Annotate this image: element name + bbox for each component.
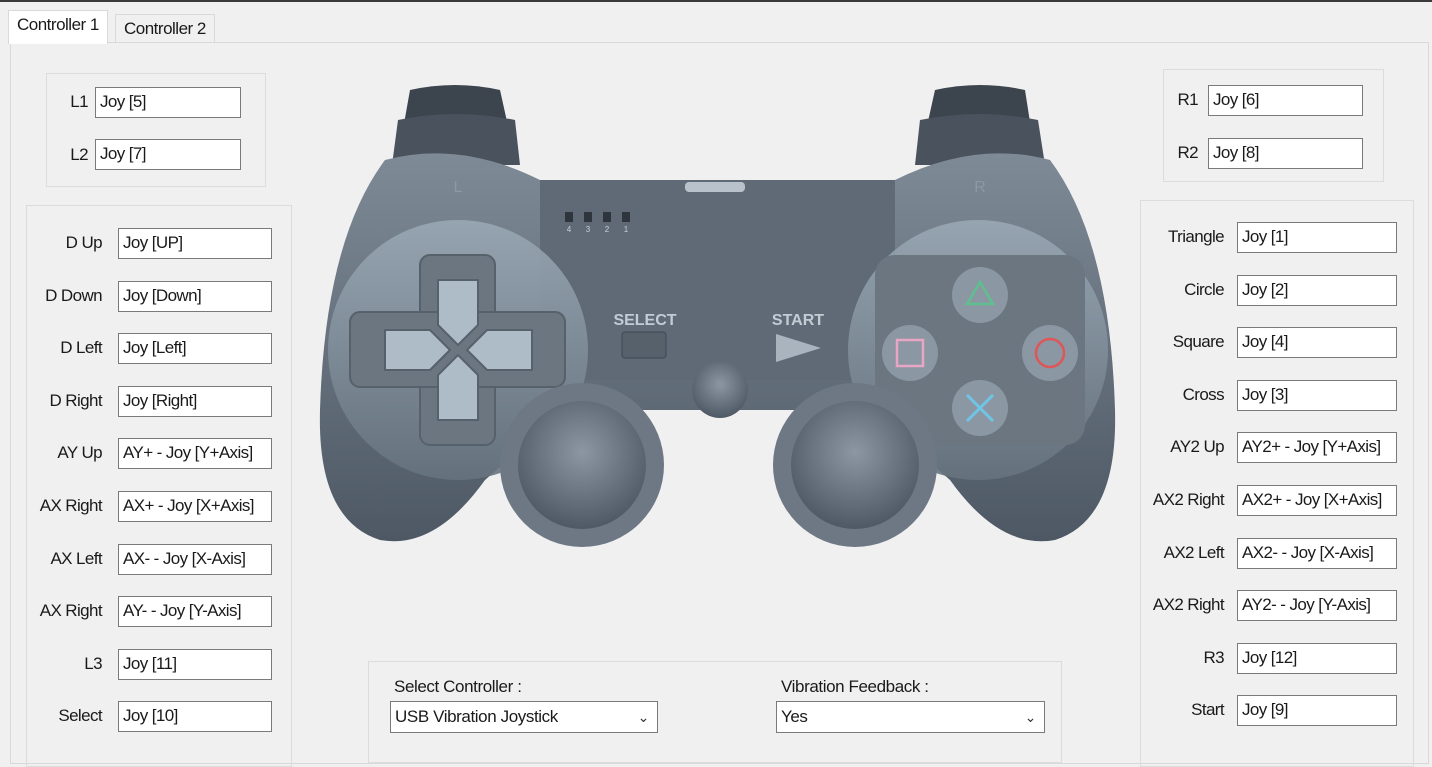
d-up-input[interactable]: Joy [UP] — [118, 228, 272, 259]
right-trigger — [915, 85, 1045, 165]
led-label: 3 — [586, 225, 591, 234]
gamepad-image: L R 4 3 2 1 SELECT START — [319, 85, 1116, 547]
triangle-label: Triangle — [1168, 227, 1225, 246]
left-stick — [518, 401, 646, 529]
left-trigger-letter: L — [454, 179, 463, 196]
ax2-left-input[interactable]: AX2- - Joy [X-Axis] — [1237, 537, 1397, 569]
select-button — [621, 331, 667, 359]
ay2-up-input[interactable]: AY2+ - Joy [Y+Axis] — [1237, 432, 1397, 464]
r3-input[interactable]: Joy [12] — [1237, 642, 1397, 674]
r1-input[interactable]: Joy [6] — [1208, 85, 1363, 116]
vibration-feedback-dropdown[interactable]: Yes ⌄ — [776, 701, 1045, 733]
ax-right-label: AX Right — [39, 496, 103, 515]
circle-label: Circle — [1184, 279, 1224, 299]
d-left-input[interactable]: Joy [Left] — [118, 333, 272, 365]
l3-label: L3 — [84, 653, 102, 673]
r2-label: R2 — [1177, 143, 1198, 162]
d-up-label: D Up — [65, 233, 103, 252]
ax-right-input[interactable]: AX+ - Joy [X+Axis] — [118, 491, 272, 522]
triangle-input[interactable]: Joy [1] — [1237, 222, 1397, 253]
circle-button — [1022, 325, 1078, 381]
r1-label: R1 — [1177, 90, 1198, 109]
vibration-feedback-value: Yes — [781, 707, 808, 726]
led-label: 2 — [605, 225, 610, 234]
start-input[interactable]: Joy [9] — [1237, 695, 1397, 727]
cross-input[interactable]: Joy [3] — [1237, 379, 1397, 411]
ax2-right-label: AX2 Right — [1152, 595, 1225, 615]
r2-input[interactable]: Joy [8] — [1208, 138, 1363, 169]
left-trigger — [392, 85, 520, 165]
d-down-label: D Down — [45, 285, 102, 305]
ax-right-input[interactable]: AY- - Joy [Y-Axis] — [118, 596, 272, 628]
d-right-label: D Right — [49, 390, 103, 410]
right-trigger-letter: R — [974, 179, 986, 196]
square-button — [882, 325, 938, 381]
select-controller-label: Select Controller : — [394, 677, 522, 696]
ax-left-input[interactable]: AX- - Joy [X-Axis] — [118, 543, 272, 575]
ax2-left-label: AX2 Left — [1163, 542, 1225, 562]
l2-label: L2 — [70, 145, 88, 164]
ps-button — [692, 362, 748, 418]
ax2-right-label: AX2 Right — [1152, 490, 1225, 509]
select-input[interactable]: Joy [10] — [118, 701, 272, 733]
l1-label: L1 — [70, 92, 88, 111]
cross-label: Cross — [1182, 384, 1225, 404]
l1-input[interactable]: Joy [5] — [95, 87, 241, 118]
window-top-border — [0, 0, 1432, 2]
ay-up-input[interactable]: AY+ - Joy [Y+Axis] — [118, 438, 272, 470]
right-stick — [791, 401, 919, 529]
r3-label: R3 — [1203, 647, 1224, 667]
tab-controller-1[interactable]: Controller 1 — [8, 10, 108, 44]
ay2-up-label: AY2 Up — [1170, 437, 1224, 457]
d-down-input[interactable]: Joy [Down] — [118, 280, 272, 312]
square-label: Square — [1172, 332, 1225, 352]
d-left-label: D Left — [60, 338, 102, 358]
start-caption: START — [772, 312, 824, 329]
tab-controller-2[interactable]: Controller 2 — [115, 14, 215, 43]
d-right-input[interactable]: Joy [Right] — [118, 385, 272, 417]
ax-left-label: AX Left — [50, 548, 102, 568]
led-label: 1 — [624, 225, 629, 234]
triangle-button — [952, 267, 1008, 323]
vibration-feedback-label: Vibration Feedback : — [781, 677, 929, 696]
select-caption: SELECT — [613, 312, 676, 329]
start-label: Start — [1191, 700, 1225, 720]
l3-input[interactable]: Joy [11] — [118, 648, 272, 680]
select-controller-dropdown[interactable]: USB Vibration Joystick ⌄ — [390, 701, 658, 733]
ax-right-label: AX Right — [39, 601, 103, 621]
ax2-right-input[interactable]: AX2+ - Joy [X+Axis] — [1237, 485, 1397, 516]
ax2-right-input[interactable]: AY2- - Joy [Y-Axis] — [1237, 590, 1397, 622]
ay-up-label: AY Up — [57, 443, 102, 463]
select-label: Select — [58, 706, 102, 726]
square-input[interactable]: Joy [4] — [1237, 327, 1397, 359]
select-controller-value: USB Vibration Joystick — [395, 707, 558, 726]
l2-input[interactable]: Joy [7] — [95, 139, 241, 170]
chevron-down-icon: ⌄ — [1024, 709, 1037, 725]
led-label: 4 — [567, 225, 572, 234]
circle-input[interactable]: Joy [2] — [1237, 274, 1397, 306]
chevron-down-icon: ⌄ — [637, 709, 650, 725]
